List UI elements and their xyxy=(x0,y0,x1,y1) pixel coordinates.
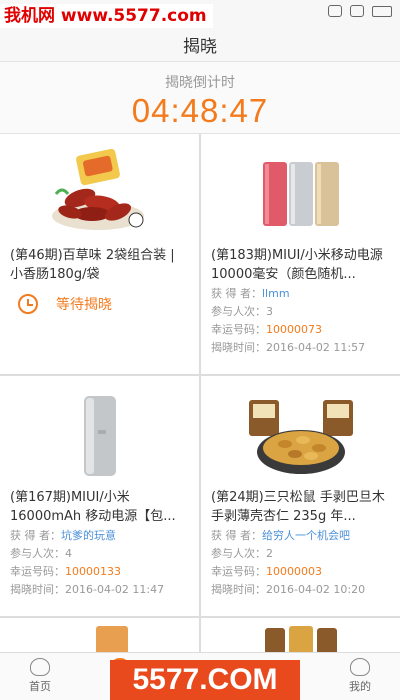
tab-home-label: 首页 xyxy=(29,680,51,693)
product-title: (第183期)MIUI/小米移动电源 10000毫安（颜色随机... xyxy=(211,248,383,282)
reveal-time-row: 揭晓时间：2016-04-02 11:47 xyxy=(10,581,193,599)
app-bar: 揭晓 xyxy=(0,24,400,62)
reveal-time-label: 揭晓时间： xyxy=(10,583,65,596)
winner-name[interactable]: 给穷人一个机会吧 xyxy=(262,529,350,542)
reveal-time-value: 2016-04-02 11:47 xyxy=(65,583,165,596)
clock-icon xyxy=(18,294,38,314)
product-title: (第24期)三只松鼠 手剥巴旦木 手剥薄壳杏仁 235g 年... xyxy=(211,490,385,524)
product-title: (第46期)百草味 2袋组合装 | 小香肠180g/袋 xyxy=(10,248,175,282)
home-icon xyxy=(30,658,50,676)
winner-label: 获 得 者： xyxy=(10,529,61,542)
site-watermark: 我机网 www.5577.com xyxy=(0,4,213,28)
waiting-status: 等待揭晓 xyxy=(18,294,112,314)
product-card[interactable]: (第183期)MIUI/小米移动电源 10000毫安（颜色随机... 获 得 者… xyxy=(201,134,400,374)
lucky-number-row: 幸运号码：10000073 xyxy=(211,321,394,339)
product-card[interactable] xyxy=(0,618,199,652)
product-image-power-bank xyxy=(262,162,339,226)
tab-mine-label: 我的 xyxy=(349,680,371,693)
winner-row: 获 得 者：llmm xyxy=(211,285,394,303)
product-image-power-bank xyxy=(83,396,116,476)
product-card[interactable]: (第24期)三只松鼠 手剥巴旦木 手剥薄壳杏仁 235g 年... 获 得 者：… xyxy=(201,376,400,616)
participants-label: 参与人次： xyxy=(211,547,266,560)
user-icon xyxy=(350,658,370,676)
lucky-number-label: 幸运号码： xyxy=(211,323,266,336)
product-card[interactable]: (第46期)百草味 2袋组合装 | 小香肠180g/袋 等待揭晓 xyxy=(0,134,199,374)
participants-value: 3 xyxy=(266,305,273,318)
participants-label: 参与人次： xyxy=(10,547,65,560)
product-grid: (第46期)百草味 2袋组合装 | 小香肠180g/袋 等待揭晓 (第183期)… xyxy=(0,134,400,652)
product-title: (第167期)MIUI/小米 16000mAh 移动电源【包... xyxy=(10,490,176,524)
product-card[interactable]: (第167期)MIUI/小米 16000mAh 移动电源【包... 获 得 者：… xyxy=(0,376,199,616)
tab-home[interactable]: 首页 xyxy=(0,653,80,700)
product-image-nuts xyxy=(248,400,353,474)
status-icons xyxy=(328,5,392,17)
lucky-number-value: 10000133 xyxy=(65,565,121,578)
lucky-number-label: 幸运号码： xyxy=(10,565,65,578)
reveal-time-value: 2016-04-02 11:57 xyxy=(266,341,366,354)
winner-label: 获 得 者： xyxy=(211,529,262,542)
product-image-sausage xyxy=(51,148,144,230)
logo-watermark: 5577.COM xyxy=(110,660,300,700)
participants-row: 参与人次：4 xyxy=(10,545,193,563)
product-image-nuts xyxy=(265,626,337,652)
battery-icon xyxy=(372,5,392,17)
tab-mine[interactable]: 我的 xyxy=(320,653,400,700)
winner-row: 获 得 者：坑爹的玩意 xyxy=(10,527,193,545)
reveal-time-label: 揭晓时间： xyxy=(211,583,266,596)
participants-row: 参与人次：2 xyxy=(211,545,394,563)
countdown-panel: 揭晓倒计时 04:48:47 xyxy=(0,62,400,134)
signal-icon xyxy=(350,5,364,17)
page-title: 揭晓 xyxy=(183,37,217,57)
participants-label: 参与人次： xyxy=(211,305,266,318)
reveal-time-value: 2016-04-02 10:20 xyxy=(266,583,366,596)
product-card[interactable] xyxy=(201,618,400,652)
lucky-number-row: 幸运号码：10000133 xyxy=(10,563,193,581)
countdown-label: 揭晓倒计时 xyxy=(165,75,235,91)
lucky-number-value: 10000003 xyxy=(266,565,322,578)
participants-row: 参与人次：3 xyxy=(211,303,394,321)
reveal-time-row: 揭晓时间：2016-04-02 10:20 xyxy=(211,581,394,599)
reveal-time-label: 揭晓时间： xyxy=(211,341,266,354)
winner-name[interactable]: 坑爹的玩意 xyxy=(61,529,116,542)
lucky-number-row: 幸运号码：10000003 xyxy=(211,563,394,581)
waiting-label: 等待揭晓 xyxy=(56,297,112,313)
winner-label: 获 得 者： xyxy=(211,287,262,300)
product-image-snack xyxy=(96,626,128,652)
participants-value: 2 xyxy=(266,547,273,560)
countdown-timer: 04:48:47 xyxy=(131,92,269,129)
lucky-number-label: 幸运号码： xyxy=(211,565,266,578)
wifi-icon xyxy=(328,5,342,17)
reveal-time-row: 揭晓时间：2016-04-02 11:57 xyxy=(211,339,394,357)
winner-row: 获 得 者：给穷人一个机会吧 xyxy=(211,527,394,545)
lucky-number-value: 10000073 xyxy=(266,323,322,336)
participants-value: 4 xyxy=(65,547,72,560)
winner-name[interactable]: llmm xyxy=(262,287,290,300)
